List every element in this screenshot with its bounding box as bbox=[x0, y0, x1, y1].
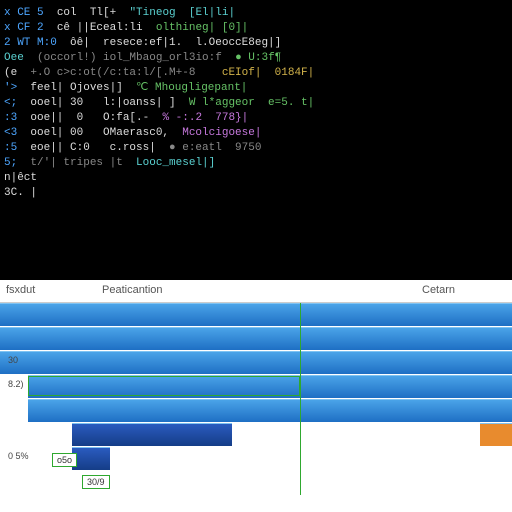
value-callout: 30/9 bbox=[82, 475, 110, 489]
timeline-row[interactable] bbox=[0, 303, 512, 327]
timeline-rows[interactable]: 30 8.2) 0 5% o5o 30/9 bbox=[0, 303, 512, 495]
timeline-row[interactable] bbox=[0, 399, 512, 423]
timeline-bar[interactable] bbox=[480, 423, 512, 446]
terminal-line: :3 ooe|| 0 O:fa[.- % -:.2 778}| bbox=[4, 111, 508, 126]
header-col-2[interactable]: Peaticantion bbox=[96, 280, 416, 302]
row-tick: 0 5% bbox=[8, 451, 29, 461]
terminal-line: :5 eoe|| C:0 c.ross| ● e:eatl 9750 bbox=[4, 141, 508, 156]
terminal-line: <3 ooel| 00 OMaerasc0, Mcolcigoese| bbox=[4, 126, 508, 141]
terminal-line: (e +.O c>c:ot(/c:ta:l/[.M+-8 cEIof| 0184… bbox=[4, 66, 508, 81]
profiler-header: fsxdut Peaticantion Cetarn bbox=[0, 280, 512, 303]
terminal-line: <; ooel| 30 l:|oanss| ] W l*aggeor e=5. … bbox=[4, 96, 508, 111]
row-tick: 30 bbox=[8, 355, 18, 365]
timeline-row[interactable]: 8.2) bbox=[0, 375, 512, 399]
timeline-row[interactable] bbox=[0, 327, 512, 351]
timeline-bar[interactable] bbox=[72, 447, 110, 470]
timeline-bar[interactable] bbox=[0, 303, 512, 326]
terminal-line: 5; t/'| tripes |t Looc_mesel|] bbox=[4, 156, 508, 171]
terminal-line: Oee (occorl!) iol_Mbaog_orl3io:f ● U:3f¶ bbox=[4, 51, 508, 66]
terminal-line: 2 WT M:0 ôê| resece:ef|1. l.OeoccE8eg|] bbox=[4, 36, 508, 51]
terminal-line: x CE 5 col Tl[+ "Tineog [El|li| bbox=[4, 6, 508, 21]
playhead-line[interactable] bbox=[300, 303, 301, 495]
header-col-3[interactable]: Cetarn bbox=[416, 280, 512, 302]
terminal-line: n|êct bbox=[4, 171, 508, 186]
terminal-line: 3C. | bbox=[4, 186, 508, 201]
timeline-bar[interactable] bbox=[28, 376, 300, 396]
timeline-bar[interactable] bbox=[28, 399, 512, 422]
timeline-bar[interactable] bbox=[0, 327, 512, 350]
timeline-row[interactable]: 30 bbox=[0, 351, 512, 375]
row-tick: 8.2) bbox=[8, 379, 24, 389]
profiler-panel[interactable]: fsxdut Peaticantion Cetarn 30 8.2) 0 5% o5o… bbox=[0, 280, 512, 512]
header-col-1[interactable]: fsxdut bbox=[0, 280, 96, 302]
terminal-line: '> feel| Ojoves|] ℃ Mhougligepant| bbox=[4, 81, 508, 96]
timeline-bar[interactable] bbox=[0, 351, 512, 374]
timeline-bar[interactable] bbox=[72, 423, 232, 446]
value-callout: o5o bbox=[52, 453, 77, 467]
timeline-row[interactable] bbox=[0, 423, 512, 447]
terminal-line: x CF 2 cê ||Eceal:li olthineg| [0]| bbox=[4, 21, 508, 36]
timeline-row[interactable] bbox=[0, 471, 512, 495]
terminal-pane[interactable]: x CE 5 col Tl[+ "Tineog [El|li|x CF 2 cê… bbox=[0, 0, 512, 280]
